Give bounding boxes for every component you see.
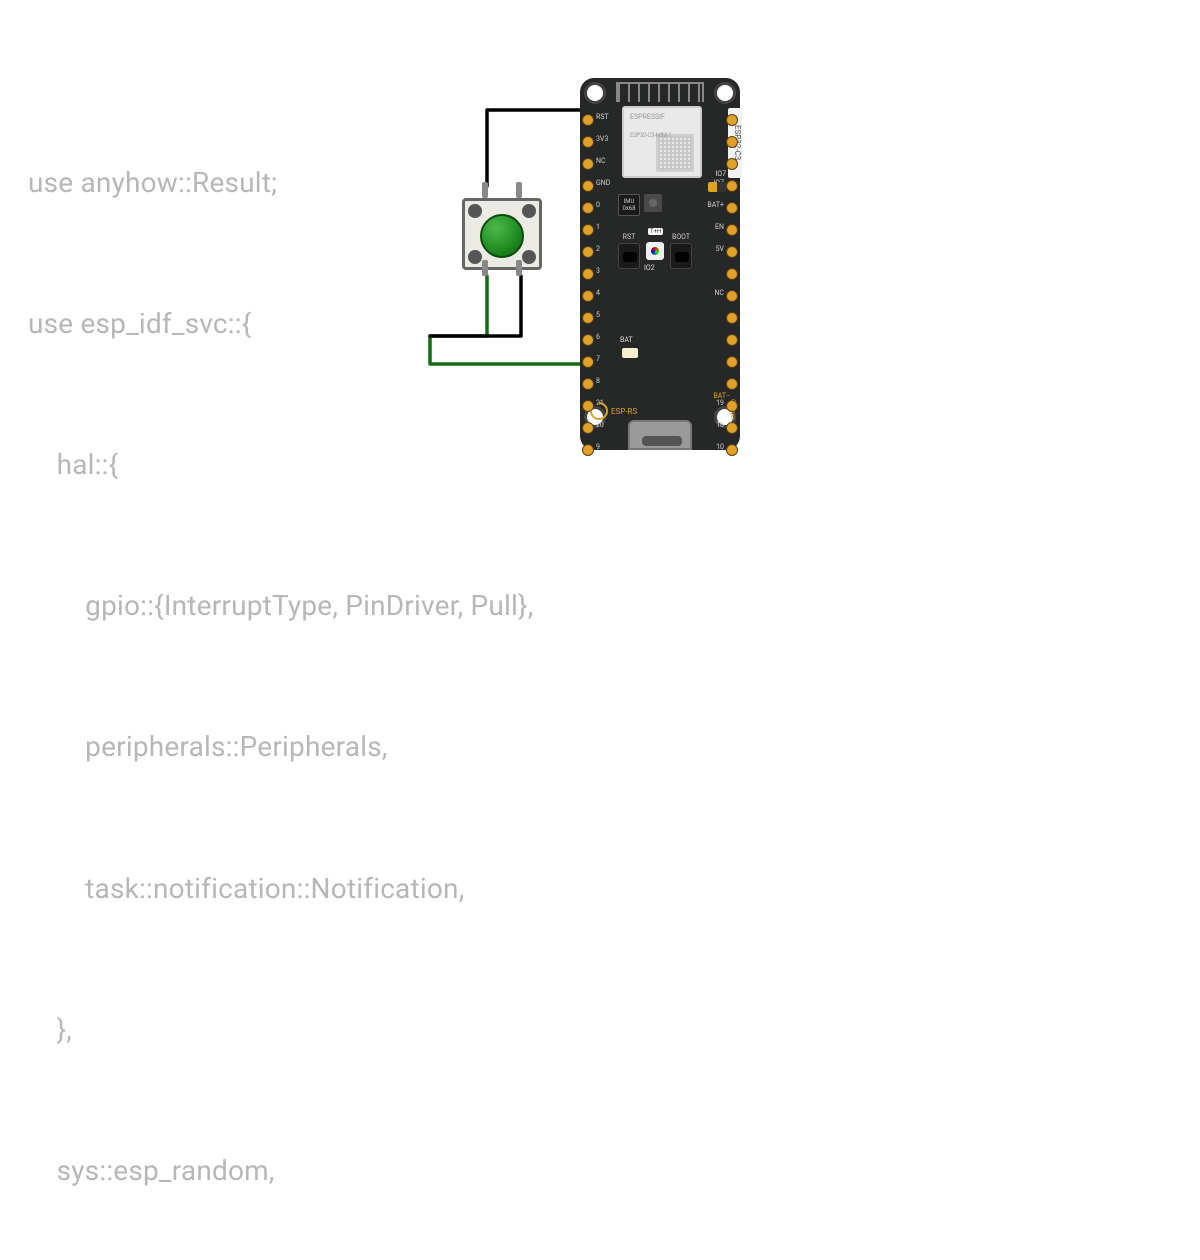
onboard-chips: IMU 0x68 xyxy=(618,194,662,216)
code-line: peripherals::Peripherals, xyxy=(28,723,533,770)
pin-pad[interactable] xyxy=(582,334,594,346)
pin-pad[interactable] xyxy=(726,378,738,390)
pin-pad[interactable] xyxy=(582,180,594,192)
pin-pad[interactable] xyxy=(726,290,738,302)
pin-pad[interactable] xyxy=(582,356,594,368)
screw-icon xyxy=(522,204,536,218)
code-line: use esp_idf_svc::{ xyxy=(28,300,533,347)
rgb-led-icon xyxy=(646,242,664,260)
pin-pad[interactable] xyxy=(582,224,594,236)
code-line: gpio::{InterruptType, PinDriver, Pull}, xyxy=(28,582,533,629)
button-pin[interactable] xyxy=(516,260,522,276)
pin-pad[interactable] xyxy=(582,158,594,170)
pin-pad[interactable] xyxy=(726,202,738,214)
boot-button[interactable] xyxy=(670,243,692,269)
board-footer-text: ESP-RS xyxy=(611,407,637,416)
board-footer-logo: ESP-RS xyxy=(590,402,637,420)
button-pin[interactable] xyxy=(482,182,488,198)
pin-pad[interactable] xyxy=(726,312,738,324)
io7-led-icon xyxy=(708,182,726,192)
button-cap[interactable] xyxy=(480,214,524,258)
qr-icon xyxy=(656,134,694,172)
bat-label: BAT xyxy=(620,336,633,344)
pin-pad[interactable] xyxy=(726,422,738,434)
io7-label: IO7 xyxy=(715,170,726,178)
pin-pad[interactable] xyxy=(726,356,738,368)
pin-pad[interactable] xyxy=(582,136,594,148)
screw-icon xyxy=(468,204,482,218)
esp32c3-board[interactable]: ESPRESSIF ESP32-C3-MINI-1 ESP32-C3 xyxy=(580,78,740,450)
light-sensor-icon xyxy=(644,194,662,212)
mounting-hole xyxy=(714,82,736,104)
push-button-component[interactable] xyxy=(458,184,546,272)
pin-pad[interactable] xyxy=(582,290,594,302)
module-brand: ESPRESSIF xyxy=(630,114,665,121)
io2-label: IO2 xyxy=(644,264,655,272)
pin-pad[interactable] xyxy=(726,158,738,170)
pin-pad[interactable] xyxy=(726,136,738,148)
pin-pad[interactable] xyxy=(726,224,738,236)
antenna-icon xyxy=(616,82,704,102)
pin-pad[interactable] xyxy=(582,268,594,280)
usb-c-port-icon xyxy=(628,420,692,450)
boot-label: BOOT xyxy=(672,233,690,241)
pin-pad[interactable] xyxy=(726,246,738,258)
pin-pad[interactable] xyxy=(726,268,738,280)
pin-pad[interactable] xyxy=(582,422,594,434)
screw-icon xyxy=(522,250,536,264)
esp-module: ESPRESSIF ESP32-C3-MINI-1 xyxy=(622,106,702,178)
pin-pad[interactable] xyxy=(726,180,738,192)
imu-chip: IMU 0x68 xyxy=(618,194,640,216)
bat-led-icon xyxy=(622,348,638,358)
code-line: }, xyxy=(28,1006,533,1053)
bat-minus-label: BAT− xyxy=(713,392,730,400)
pin-pad[interactable] xyxy=(582,444,594,456)
pin-pad[interactable] xyxy=(726,444,738,456)
mounting-hole xyxy=(584,82,606,104)
code-line: hal::{ xyxy=(28,441,533,488)
screw-icon xyxy=(468,250,482,264)
code-line: sys::esp_random, xyxy=(28,1147,533,1194)
pin-pad[interactable] xyxy=(582,378,594,390)
pin-pad[interactable] xyxy=(582,246,594,258)
code-line: task::notification::Notification, xyxy=(28,865,533,912)
button-pin[interactable] xyxy=(482,260,488,276)
board-buttons: RST BOOT xyxy=(618,233,692,269)
rst-label: RST xyxy=(623,233,636,241)
pin-pad[interactable] xyxy=(726,334,738,346)
pin-pad[interactable] xyxy=(726,114,738,126)
pin-pad[interactable] xyxy=(582,114,594,126)
pin-pad[interactable] xyxy=(582,312,594,324)
reset-button[interactable] xyxy=(618,243,640,269)
pin-labels-right: IO7 BAT+EN 5V NC 19 1810 xyxy=(707,114,724,451)
button-pin[interactable] xyxy=(516,182,522,198)
pin-labels-left: RST3V3 NCGND 01 23 45 67 821 209 xyxy=(596,114,610,451)
pin-pad[interactable] xyxy=(582,202,594,214)
charger-label: Charger xyxy=(729,399,736,420)
